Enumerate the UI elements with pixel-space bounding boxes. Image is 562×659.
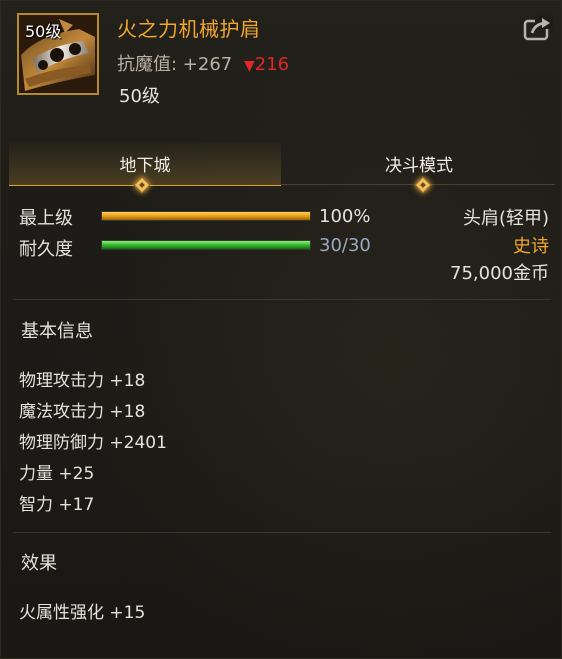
grade-value: 100% <box>319 206 371 227</box>
tab-divider <box>9 184 555 185</box>
magic-resist-label: 抗魔值: +267 <box>117 54 233 75</box>
durability-bar-fill <box>102 241 310 249</box>
item-name: 火之力机械护肩 <box>117 17 261 41</box>
equipment-slot: 头肩(轻甲) <box>462 208 549 229</box>
durability-bar <box>101 240 311 250</box>
sell-price: 75,000金币 <box>450 263 549 284</box>
durability-label: 耐久度 <box>19 239 73 260</box>
item-tooltip-panel: 50级 火之力机械护肩 抗魔值: +267 ▼216 50级 地下城 决斗模式 … <box>0 0 562 659</box>
mode-tabs: 地下城 决斗模式 <box>9 142 555 186</box>
basic-stat-line: 智力 +17 <box>19 495 95 515</box>
basic-info-title: 基本信息 <box>21 321 93 342</box>
basic-stat-line: 力量 +25 <box>19 464 95 484</box>
effect-title: 效果 <box>21 553 57 574</box>
icon-level-badge: 50级 <box>25 22 62 41</box>
share-icon[interactable] <box>523 15 553 41</box>
down-triangle-icon: ▼ <box>243 58 255 74</box>
grade-bar-fill <box>102 212 310 220</box>
divider <box>13 299 551 300</box>
durability-value: 30/30 <box>319 235 371 256</box>
divider <box>13 532 551 533</box>
required-level: 50级 <box>119 86 160 107</box>
basic-stat-line: 魔法攻击力 +18 <box>19 402 146 422</box>
effect-stat-line: 火属性强化 +15 <box>19 603 146 623</box>
magic-resist-diff: ▼216 <box>244 54 289 75</box>
tab-pvp[interactable]: 决斗模式 <box>283 142 555 184</box>
rarity-label: 史诗 <box>513 236 549 257</box>
magic-resist-row: 抗魔值: +267 ▼216 <box>117 50 289 76</box>
grade-bar <box>101 211 311 221</box>
grade-label: 最上级 <box>19 208 73 229</box>
item-icon[interactable]: 50级 <box>17 13 99 95</box>
magic-resist-diff-value: 216 <box>254 54 290 75</box>
basic-stat-line: 物理攻击力 +18 <box>19 371 146 391</box>
basic-stat-line: 物理防御力 +2401 <box>19 433 167 453</box>
